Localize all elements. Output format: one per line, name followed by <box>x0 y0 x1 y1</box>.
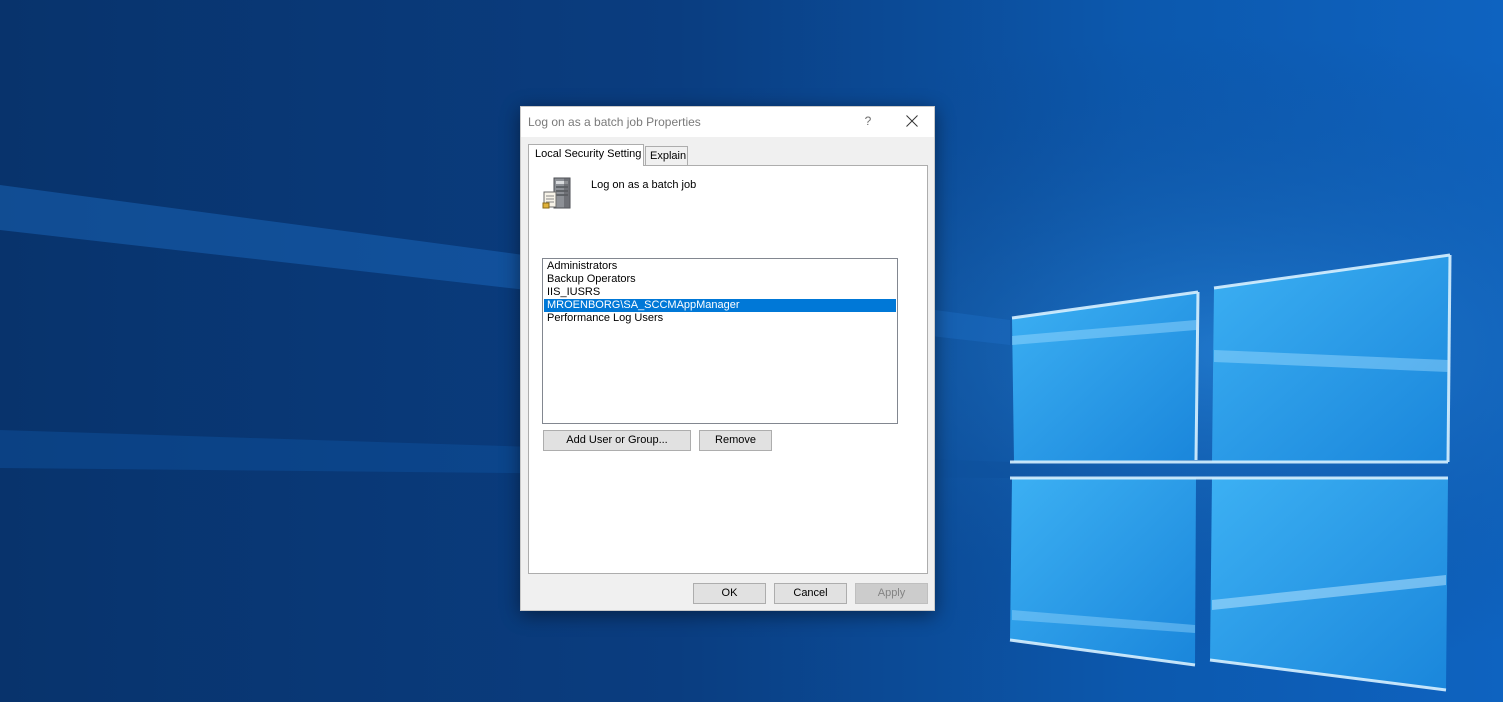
remove-button[interactable]: Remove <box>699 430 772 451</box>
list-item[interactable]: Performance Log Users <box>544 312 896 325</box>
tab-local-security-setting[interactable]: Local Security Setting <box>528 144 644 166</box>
tab-panel: Log on as a batch job Administrators Bac… <box>528 165 928 574</box>
help-button[interactable]: ? <box>857 107 879 135</box>
tab-explain[interactable]: Explain <box>645 146 688 166</box>
close-icon <box>906 115 918 127</box>
list-item[interactable]: IIS_IUSRS <box>544 286 896 299</box>
list-item[interactable]: Administrators <box>544 260 896 273</box>
close-button[interactable] <box>899 107 925 135</box>
policy-name: Log on as a batch job <box>591 179 697 191</box>
users-groups-list[interactable]: Administrators Backup Operators IIS_IUSR… <box>542 258 898 424</box>
server-policy-icon <box>542 177 571 209</box>
apply-button[interactable]: Apply <box>855 583 928 604</box>
cancel-button[interactable]: Cancel <box>774 583 847 604</box>
dialog-titlebar[interactable]: Log on as a batch job Properties ? <box>521 107 934 137</box>
add-user-or-group-button[interactable]: Add User or Group... <box>543 430 691 451</box>
ok-button[interactable]: OK <box>693 583 766 604</box>
properties-dialog: Log on as a batch job Properties ? Local… <box>520 106 935 611</box>
list-item[interactable]: Backup Operators <box>544 273 896 286</box>
list-item-selected[interactable]: MROENBORG\SA_SCCMAppManager <box>544 299 896 312</box>
dialog-title: Log on as a batch job Properties <box>528 115 701 129</box>
